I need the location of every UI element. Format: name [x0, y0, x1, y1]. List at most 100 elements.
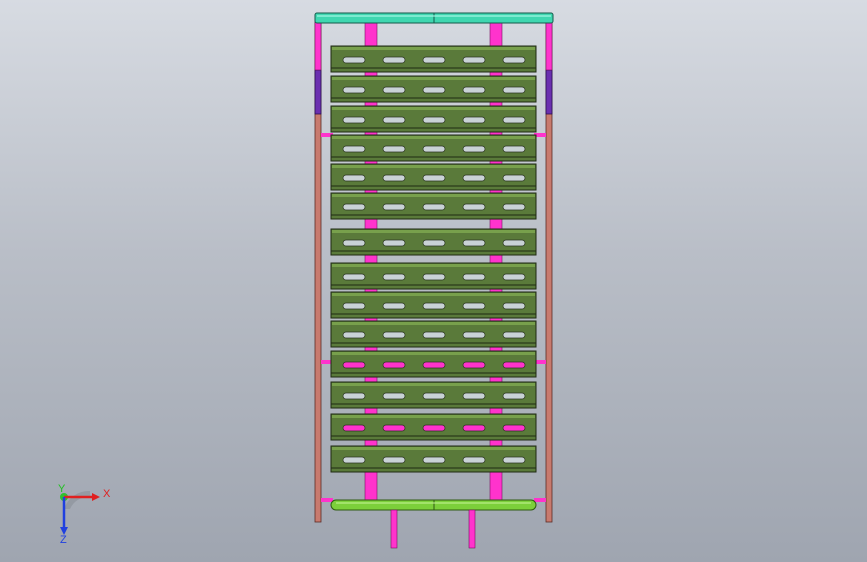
cable-tray-7-lip: [332, 230, 535, 233]
tray-11-slot-2: [382, 361, 406, 369]
foot-right: [468, 509, 476, 549]
cad-viewport[interactable]: [0, 0, 867, 562]
cable-tray-6-lip: [332, 194, 535, 197]
coordinate-triad: X Y Z: [58, 483, 111, 546]
cable-tray-12-lip: [332, 383, 535, 386]
tray-8-slot-2: [382, 273, 406, 281]
tray-14-slot-3: [422, 456, 446, 464]
right-post-upper: [545, 21, 553, 71]
cable-tray-4-lip: [332, 136, 535, 139]
tray-9-slot-1: [342, 302, 366, 310]
tray-1-slot-2: [382, 56, 406, 64]
cable-tray-9-lip: [332, 293, 535, 296]
cable-tray-5-lip: [332, 165, 535, 168]
tray-8-slot-4: [462, 273, 486, 281]
tray-8-slot-3: [422, 273, 446, 281]
triad-shadow: [64, 490, 90, 509]
tray-4-slot-2: [382, 145, 406, 153]
cable-tray-3-lip: [332, 107, 535, 110]
tray-11-slot-5: [502, 361, 526, 369]
tray-10-slot-1: [342, 331, 366, 339]
triad-x-arrow-icon: [92, 493, 100, 501]
tray-4-slot-5: [502, 145, 526, 153]
tray-6-slot-3: [422, 203, 446, 211]
tray-9-slot-5: [502, 302, 526, 310]
tray-13-slot-3: [422, 424, 446, 432]
tray-11-slot-3: [422, 361, 446, 369]
left-post-upper: [314, 21, 322, 71]
cable-tray-1-lip: [332, 47, 535, 50]
triad-x-label: X: [103, 488, 111, 500]
tray-2-slot-4: [462, 86, 486, 94]
tray-6-slot-5: [502, 203, 526, 211]
cable-tray-rack-assembly[interactable]: [314, 12, 554, 549]
tray-14-slot-1: [342, 456, 366, 464]
tray-1-slot-5: [502, 56, 526, 64]
tray-7-slot-2: [382, 239, 406, 247]
tray-3-slot-3: [422, 116, 446, 124]
tray-12-slot-2: [382, 392, 406, 400]
tray-2-slot-5: [502, 86, 526, 94]
left-side-brace: [314, 69, 322, 115]
tray-3-slot-1: [342, 116, 366, 124]
left-post-bracket-2: [321, 498, 333, 502]
tray-1-slot-3: [422, 56, 446, 64]
tray-2-slot-3: [422, 86, 446, 94]
tray-5-slot-1: [342, 174, 366, 182]
tray-6-slot-4: [462, 203, 486, 211]
tray-3-slot-2: [382, 116, 406, 124]
tray-10-slot-5: [502, 331, 526, 339]
foot-left: [390, 509, 398, 549]
tray-9-slot-4: [462, 302, 486, 310]
tray-6-slot-2: [382, 203, 406, 211]
tray-4-slot-4: [462, 145, 486, 153]
tray-12-slot-3: [422, 392, 446, 400]
tray-3-slot-4: [462, 116, 486, 124]
tray-13-slot-1: [342, 424, 366, 432]
tray-11-slot-1: [342, 361, 366, 369]
tray-5-slot-5: [502, 174, 526, 182]
tray-6-slot-1: [342, 203, 366, 211]
tray-7-slot-1: [342, 239, 366, 247]
right-post-bracket-2: [534, 498, 546, 502]
cable-tray-14-lip: [332, 447, 535, 450]
cable-tray-10-lip: [332, 322, 535, 325]
tray-2-slot-1: [342, 86, 366, 94]
cable-tray-2-lip: [332, 77, 535, 80]
tray-9-slot-2: [382, 302, 406, 310]
tray-8-slot-1: [342, 273, 366, 281]
tray-7-slot-3: [422, 239, 446, 247]
tray-4-slot-3: [422, 145, 446, 153]
tray-1-slot-1: [342, 56, 366, 64]
cable-tray-13-lip: [332, 415, 535, 418]
triad-z-label: Z: [60, 534, 67, 546]
tray-14-slot-5: [502, 456, 526, 464]
tray-5-slot-2: [382, 174, 406, 182]
tray-14-slot-2: [382, 456, 406, 464]
tray-10-slot-3: [422, 331, 446, 339]
tray-12-slot-1: [342, 392, 366, 400]
tray-10-slot-4: [462, 331, 486, 339]
tray-5-slot-3: [422, 174, 446, 182]
tray-12-slot-4: [462, 392, 486, 400]
tray-2-slot-2: [382, 86, 406, 94]
tray-7-slot-4: [462, 239, 486, 247]
tray-12-slot-5: [502, 392, 526, 400]
tray-5-slot-4: [462, 174, 486, 182]
tray-9-slot-3: [422, 302, 446, 310]
cable-tray-8-lip: [332, 264, 535, 267]
tray-13-slot-4: [462, 424, 486, 432]
tray-13-slot-5: [502, 424, 526, 432]
tray-14-slot-4: [462, 456, 486, 464]
tray-13-slot-2: [382, 424, 406, 432]
tray-1-slot-4: [462, 56, 486, 64]
tray-10-slot-2: [382, 331, 406, 339]
tray-4-slot-1: [342, 145, 366, 153]
tray-8-slot-5: [502, 273, 526, 281]
right-side-brace: [545, 69, 553, 115]
tray-7-slot-5: [502, 239, 526, 247]
triad-y-label: Y: [58, 483, 66, 495]
cable-tray-11-lip: [332, 352, 535, 355]
tray-11-slot-4: [462, 361, 486, 369]
tray-3-slot-5: [502, 116, 526, 124]
